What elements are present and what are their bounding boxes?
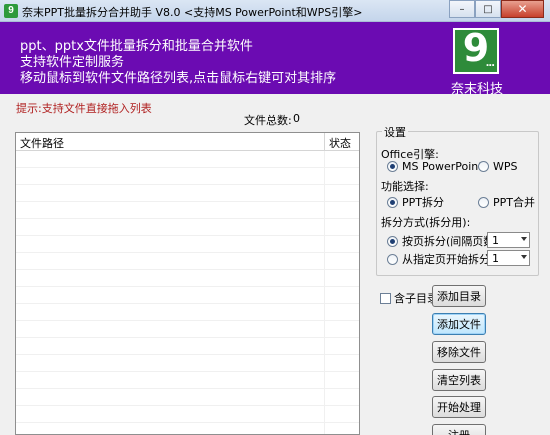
start-processing-button[interactable]: 开始处理 [432,396,486,418]
engine-wps-radio[interactable]: WPS [478,160,518,173]
settings-title: 设置 [382,124,408,140]
split-by-page-label: 按页拆分(间隔页数) [402,235,499,248]
column-header-path[interactable]: 文件路径 [20,135,64,151]
company-logo: 9 ... [453,26,499,74]
radio-dot-icon [387,253,398,265]
engine-ms-powerpoint-label: MS PowerPoint [402,160,483,173]
radio-dot-icon [387,235,398,247]
radio-dot-icon [478,196,489,208]
list-item[interactable] [16,389,359,406]
column-header-status[interactable]: 状态 [329,135,351,151]
list-item[interactable] [16,304,359,321]
checkbox-box-icon [380,292,391,304]
column-divider[interactable] [324,133,325,151]
list-item[interactable] [16,406,359,423]
function-merge-radio[interactable]: PPT合并 [478,194,535,210]
list-item[interactable] [16,168,359,185]
clear-list-button[interactable]: 清空列表 [432,369,486,391]
maximize-button[interactable]: □ [475,0,501,18]
split-start-page-select[interactable]: 1 [487,250,530,266]
engine-ms-powerpoint-radio[interactable]: MS PowerPoint [387,160,483,173]
list-item[interactable] [16,270,359,287]
app-icon: 9 [4,4,18,18]
title-bar: 9 奈末PPT批量拆分合并助手 V8.0 <支持MS PowerPoint和WP… [0,0,550,22]
list-item[interactable] [16,287,359,304]
radio-dot-icon [387,196,398,208]
split-mode-label: 拆分方式(拆分用): [381,216,471,229]
list-header: 文件路径 状态 [16,133,359,151]
list-item[interactable] [16,202,359,219]
banner-line-3: 移动鼠标到软件文件路径列表,点击鼠标右键可对其排序 [20,71,337,86]
add-file-button[interactable]: 添加文件 [432,313,486,335]
split-start-page-value: 1 [492,252,499,265]
file-count-value: 0 [293,112,300,125]
list-item[interactable] [16,372,359,389]
split-from-page-radio[interactable]: 从指定页开始拆分 [387,251,490,267]
list-item[interactable] [16,423,359,434]
list-item[interactable] [16,321,359,338]
add-directory-button[interactable]: 添加目录 [432,285,486,307]
function-split-label: PPT拆分 [402,196,444,209]
radio-dot-icon [478,161,489,172]
file-count-label: 文件总数: [244,114,292,127]
function-split-radio[interactable]: PPT拆分 [387,194,444,210]
chevron-down-icon [521,237,527,241]
window-title: 奈末PPT批量拆分合并助手 V8.0 <支持MS PowerPoint和WPS引… [22,6,363,19]
list-item[interactable] [16,219,359,236]
window-controls: – □ ✕ [449,0,544,19]
file-list[interactable]: 文件路径 状态 [15,132,360,435]
list-item[interactable] [16,253,359,270]
function-merge-label: PPT合并 [493,196,535,209]
close-button[interactable]: ✕ [501,0,544,18]
include-subdir-checkbox[interactable]: 含子目录 [380,290,438,306]
remove-file-button[interactable]: 移除文件 [432,341,486,363]
logo-dots: ... [485,58,495,69]
chevron-down-icon [521,255,527,259]
banner: ppt、pptx文件批量拆分和批量合并软件 支持软件定制服务 移动鼠标到软件文件… [0,22,550,97]
company-name: 奈末科技 [451,82,504,97]
list-item[interactable] [16,236,359,253]
function-label: 功能选择: [381,180,429,193]
engine-wps-label: WPS [493,160,518,173]
register-button[interactable]: 注册 [432,424,486,435]
list-item[interactable] [16,185,359,202]
list-item[interactable] [16,338,359,355]
list-rows [16,151,359,434]
split-from-page-label: 从指定页开始拆分 [402,253,490,266]
split-interval-select[interactable]: 1 [487,232,530,248]
split-by-page-radio[interactable]: 按页拆分(间隔页数) [387,233,499,249]
list-item[interactable] [16,355,359,372]
split-interval-value: 1 [492,234,499,247]
drag-hint: 提示:支持文件直接拖入列表 [16,102,152,115]
list-item[interactable] [16,151,359,168]
minimize-button[interactable]: – [449,0,475,18]
radio-dot-icon [387,161,398,172]
